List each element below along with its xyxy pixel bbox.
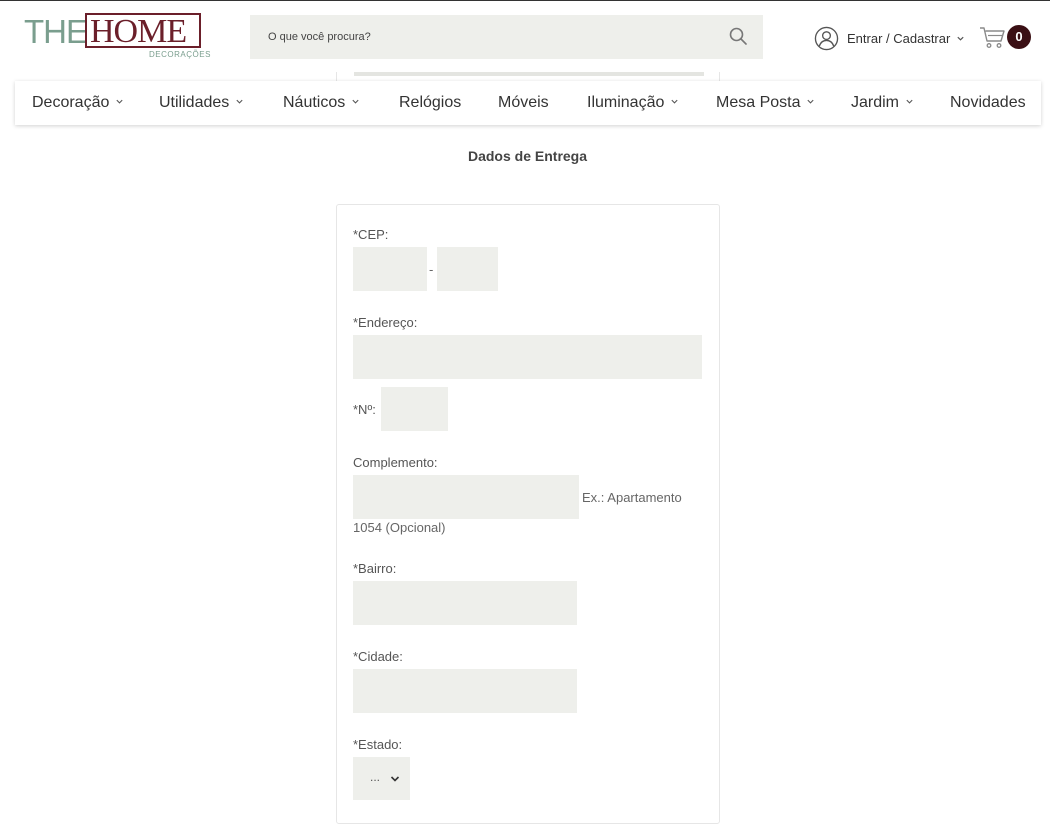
main-nav: Decoração Utilidades Náuticos Relógios M… <box>15 81 1041 125</box>
endereco-label: *Endereço: <box>353 315 418 330</box>
logo-the-text: THE <box>24 13 88 50</box>
chevron-down-icon <box>807 100 815 104</box>
nav-item-moveis[interactable]: Móveis <box>498 81 549 125</box>
search-bar <box>250 15 763 59</box>
chevron-down-icon <box>116 100 123 104</box>
numero-field[interactable] <box>381 387 448 431</box>
chevron-down-icon <box>352 100 359 104</box>
cep-label: *CEP: <box>353 227 389 242</box>
nav-item-novidades[interactable]: Novidades <box>950 81 1026 125</box>
nav-item-label: Decoração <box>32 94 110 111</box>
chevron-down-icon <box>671 100 678 104</box>
bairro-label: *Bairro: <box>353 561 397 576</box>
logo-subtitle: DECORAÇÕES <box>149 50 211 59</box>
nav-item-label: Náuticos <box>283 94 346 111</box>
bairro-field[interactable] <box>353 581 577 625</box>
complemento-hint-cont: 1054 (Opcional) <box>353 520 446 535</box>
chevron-down-icon <box>906 100 913 104</box>
cep-prefix-field[interactable] <box>353 247 427 291</box>
logo-home-text: HOME <box>90 13 187 50</box>
nav-item-label: Relógios <box>399 94 462 111</box>
chevron-down-icon <box>236 100 243 104</box>
numero-label: *Nº: <box>353 402 376 417</box>
site-header: THE HOME DECORAÇÕES Entrar / Cadastrar 0 <box>0 1 1050 72</box>
chevron-down-icon <box>390 776 400 782</box>
nav-item-jardim[interactable]: Jardim <box>851 81 914 125</box>
nav-item-mesa-posta[interactable]: Mesa Posta <box>716 81 815 125</box>
nav-item-decoracao[interactable]: Decoração <box>32 81 124 125</box>
cidade-label: *Cidade: <box>353 649 403 664</box>
nav-item-label: Mesa Posta <box>716 94 801 111</box>
search-input[interactable] <box>250 15 728 59</box>
search-icon[interactable] <box>729 27 747 45</box>
estado-select[interactable]: ... <box>353 757 410 800</box>
chevron-down-icon <box>957 36 964 41</box>
cep-separator: - <box>429 262 434 277</box>
nav-item-label: Utilidades <box>159 94 230 111</box>
cart-button[interactable]: 0 <box>979 24 1033 52</box>
nav-item-label: Móveis <box>498 94 549 111</box>
account-menu[interactable]: Entrar / Cadastrar <box>814 25 965 51</box>
cep-suffix-field[interactable] <box>437 247 498 291</box>
nav-item-relogios[interactable]: Relógios <box>399 81 461 125</box>
complemento-hint: Ex.: Apartamento <box>582 490 682 505</box>
estado-selected-value: ... <box>370 770 381 784</box>
nav-item-label: Jardim <box>851 94 900 111</box>
nav-item-nauticos[interactable]: Náuticos <box>283 81 360 125</box>
nav-item-label: Iluminação <box>587 94 665 111</box>
nav-item-utilidades[interactable]: Utilidades <box>159 81 244 125</box>
background-field-edge <box>354 72 704 76</box>
the-home-logo[interactable]: THE HOME DECORAÇÕES <box>24 13 210 61</box>
complemento-field[interactable] <box>353 475 579 519</box>
account-label: Entrar / Cadastrar <box>847 30 951 46</box>
cart-icon <box>980 27 1005 48</box>
nav-item-label: Novidades <box>950 94 1026 111</box>
estado-label: *Estado: <box>353 737 403 752</box>
cidade-field[interactable] <box>353 669 577 713</box>
complemento-label: Complemento: <box>353 455 438 470</box>
user-icon <box>814 26 839 50</box>
nav-item-iluminacao[interactable]: Iluminação <box>587 81 679 125</box>
cart-count-badge: 0 <box>1007 25 1031 49</box>
page-title: Dados de Entrega <box>467 148 588 164</box>
endereco-field[interactable] <box>353 335 702 379</box>
